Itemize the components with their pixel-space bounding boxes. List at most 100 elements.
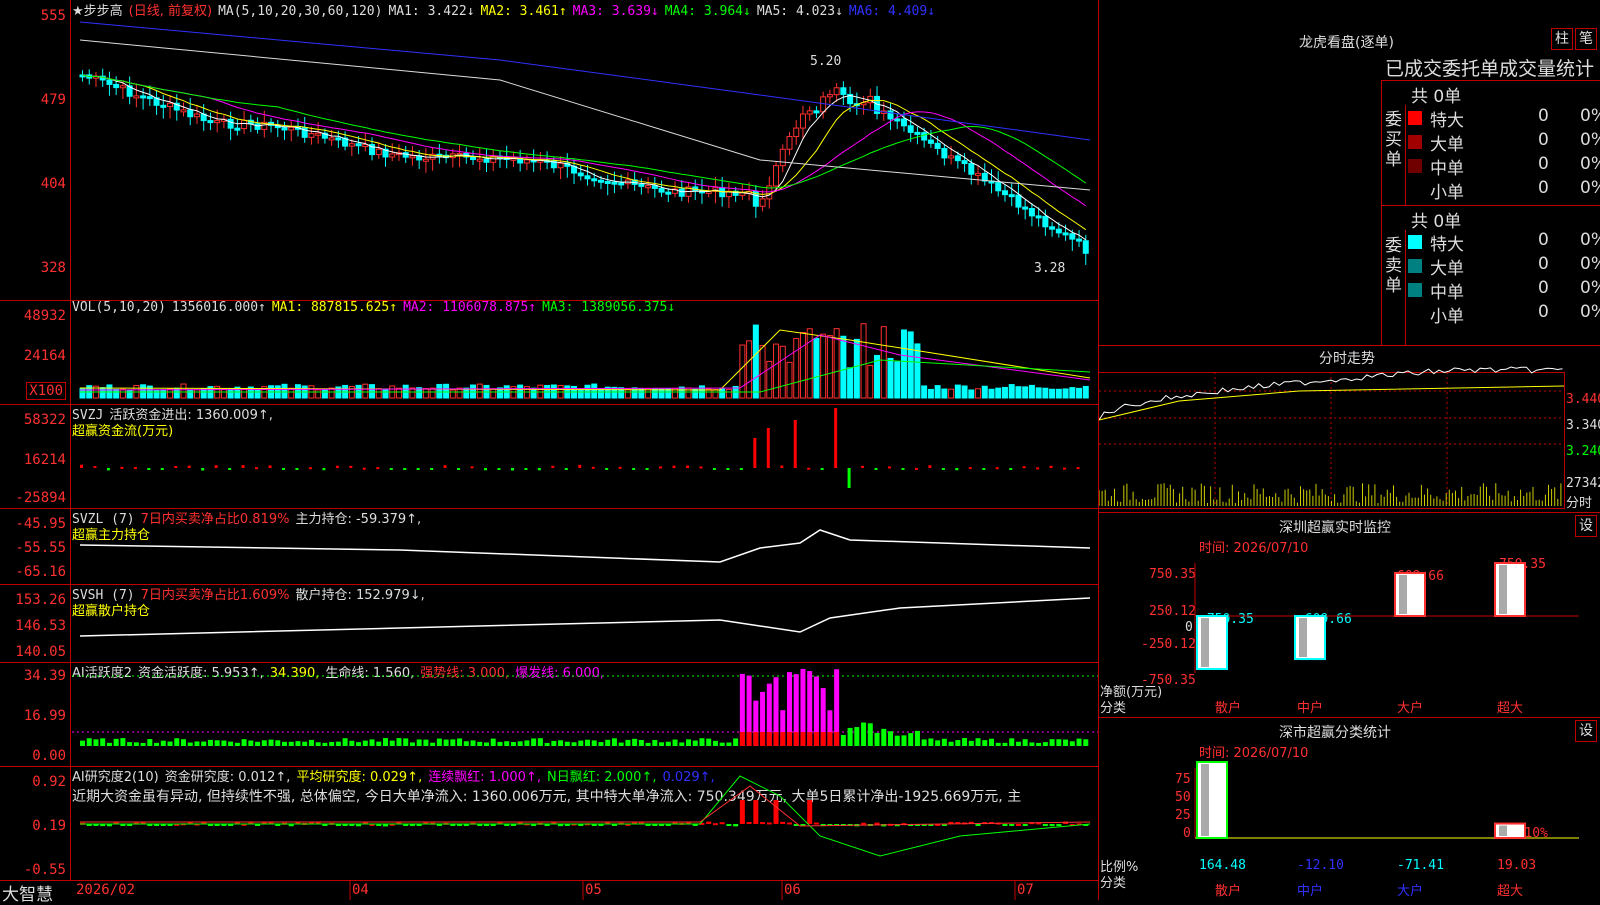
sell-row-label: 大单 xyxy=(1430,259,1464,279)
volume-bar xyxy=(449,389,456,399)
buy-group-label: 委买单 xyxy=(1385,110,1402,170)
activity-bar xyxy=(611,738,617,746)
flow-bar xyxy=(147,468,151,470)
volume-bar xyxy=(692,388,699,399)
candle xyxy=(1001,190,1008,196)
dragon-tab-header[interactable]: 已成交委托单成交量统计 xyxy=(1385,54,1600,81)
svzl-chart[interactable] xyxy=(0,508,1098,584)
high-price-marker: 5.20 xyxy=(810,54,842,69)
candle xyxy=(954,155,961,162)
research-bar xyxy=(773,800,779,824)
candle xyxy=(315,132,322,136)
candle xyxy=(948,155,955,159)
volume-bar xyxy=(1069,387,1076,399)
intraday-footer: 分时 xyxy=(1566,496,1593,511)
activity-bar xyxy=(1009,738,1015,746)
volume-bar xyxy=(746,340,753,399)
candle xyxy=(308,133,315,138)
sell-row-value: 0 xyxy=(1538,254,1549,274)
flow-bar xyxy=(228,468,232,470)
activity-bar xyxy=(477,741,483,746)
kline-pane[interactable]: 555 479 404 328 ★步步高 (日线, 前复权) MA(5,10,20,… xyxy=(0,0,1098,301)
candle xyxy=(826,94,833,98)
svsh-pane[interactable]: 153.26 146.53 140.05 SVSH (7) 7日内买卖净占比1.6… xyxy=(0,584,1098,663)
volume-bar xyxy=(995,387,1002,399)
flow-bar xyxy=(133,467,137,470)
flow-bar xyxy=(659,466,663,469)
activity-bar xyxy=(840,734,846,746)
candle xyxy=(335,137,342,141)
activity-bar xyxy=(645,742,651,746)
activity-bar xyxy=(706,738,712,746)
intraday-panel[interactable]: 分时走势 3.440 3.340 3.240 27342 分时 xyxy=(1099,346,1600,513)
sell-total: 共 0单 xyxy=(1411,212,1462,232)
kline-chart[interactable] xyxy=(0,0,1098,300)
activity-bar xyxy=(335,741,341,746)
activity-base-bar xyxy=(746,732,752,746)
activity-bar xyxy=(214,740,220,746)
volume-bar xyxy=(752,324,759,399)
activity-base-bar xyxy=(834,732,840,746)
flow-bar xyxy=(403,468,407,470)
activity-bar xyxy=(234,742,240,746)
ma-line xyxy=(82,74,1087,231)
svzj-pane[interactable]: 58322 16214 -25894 SVZJ 活跃资金进出: 1360.009↑… xyxy=(0,404,1098,509)
flow-bar xyxy=(753,438,757,468)
research-bar xyxy=(787,822,792,825)
sell-group-label: 委卖单 xyxy=(1385,236,1402,296)
flow-bar xyxy=(1022,466,1026,469)
candle xyxy=(900,118,907,127)
candle xyxy=(470,156,477,161)
candle xyxy=(1055,228,1062,234)
buy-row-label: 特大 xyxy=(1430,111,1464,131)
svzj-chart[interactable] xyxy=(0,404,1098,508)
candle xyxy=(214,120,221,124)
activity-bar xyxy=(941,738,947,746)
flow-bar xyxy=(672,465,676,468)
volume-chart[interactable] xyxy=(0,300,1098,404)
activity-bar xyxy=(901,735,907,746)
research-line xyxy=(80,785,1091,827)
activity-bar xyxy=(847,727,853,746)
bar-mode-button[interactable]: 柱 xyxy=(1551,28,1573,50)
ai-activity-pane[interactable]: 34.39 16.99 0.00 AI活跃度2 资金活跃度: 5.953↑, 34.… xyxy=(0,662,1098,767)
activity-bar xyxy=(403,738,409,746)
activity-bar xyxy=(470,740,476,746)
activity-bar xyxy=(187,742,193,746)
ai-activity-chart[interactable] xyxy=(0,662,1098,766)
volume-bar xyxy=(665,388,672,399)
volume-bar xyxy=(99,387,106,399)
intraday-chart[interactable] xyxy=(1099,346,1565,512)
activity-bar xyxy=(221,740,227,746)
flow-bar xyxy=(618,466,622,469)
ai-research-pane[interactable]: 0.92 0.19 -0.55 AI研究度2(10) 资金研究度: 0.012↑,… xyxy=(0,766,1098,881)
activity-bar xyxy=(248,740,254,746)
sell-row-value: 0 xyxy=(1538,302,1549,322)
activity-bar xyxy=(1036,742,1042,746)
candle xyxy=(793,127,800,138)
activity-bar xyxy=(497,741,503,746)
ai-research-chart[interactable] xyxy=(0,766,1098,880)
tick-mode-button[interactable]: 笔 xyxy=(1575,28,1597,50)
volume-bar xyxy=(961,385,968,399)
volume-bar xyxy=(975,388,982,399)
candle xyxy=(941,147,948,159)
volume-bar xyxy=(1015,386,1022,399)
candle xyxy=(281,127,288,131)
volume-pane[interactable]: 48932 24164 X100 VOL(5,10,20) 1356016.000… xyxy=(0,300,1098,405)
volume-bar xyxy=(160,389,167,399)
activity-bar xyxy=(1069,741,1075,746)
candle xyxy=(813,110,820,114)
candle xyxy=(584,175,591,180)
volume-bar xyxy=(813,337,820,399)
activity-bar xyxy=(329,741,335,746)
buy-row-label: 小单 xyxy=(1430,183,1464,203)
svzl-pane[interactable]: -45.95 -55.55 -65.16 SVZL (7) 7日内买卖净占比0.8… xyxy=(0,508,1098,585)
volume-bar xyxy=(436,383,443,399)
candle xyxy=(1022,206,1029,210)
svsh-chart[interactable] xyxy=(0,584,1098,662)
activity-bar xyxy=(638,739,644,746)
activity-bar xyxy=(450,739,456,746)
candle xyxy=(968,163,975,175)
candle xyxy=(348,143,355,147)
